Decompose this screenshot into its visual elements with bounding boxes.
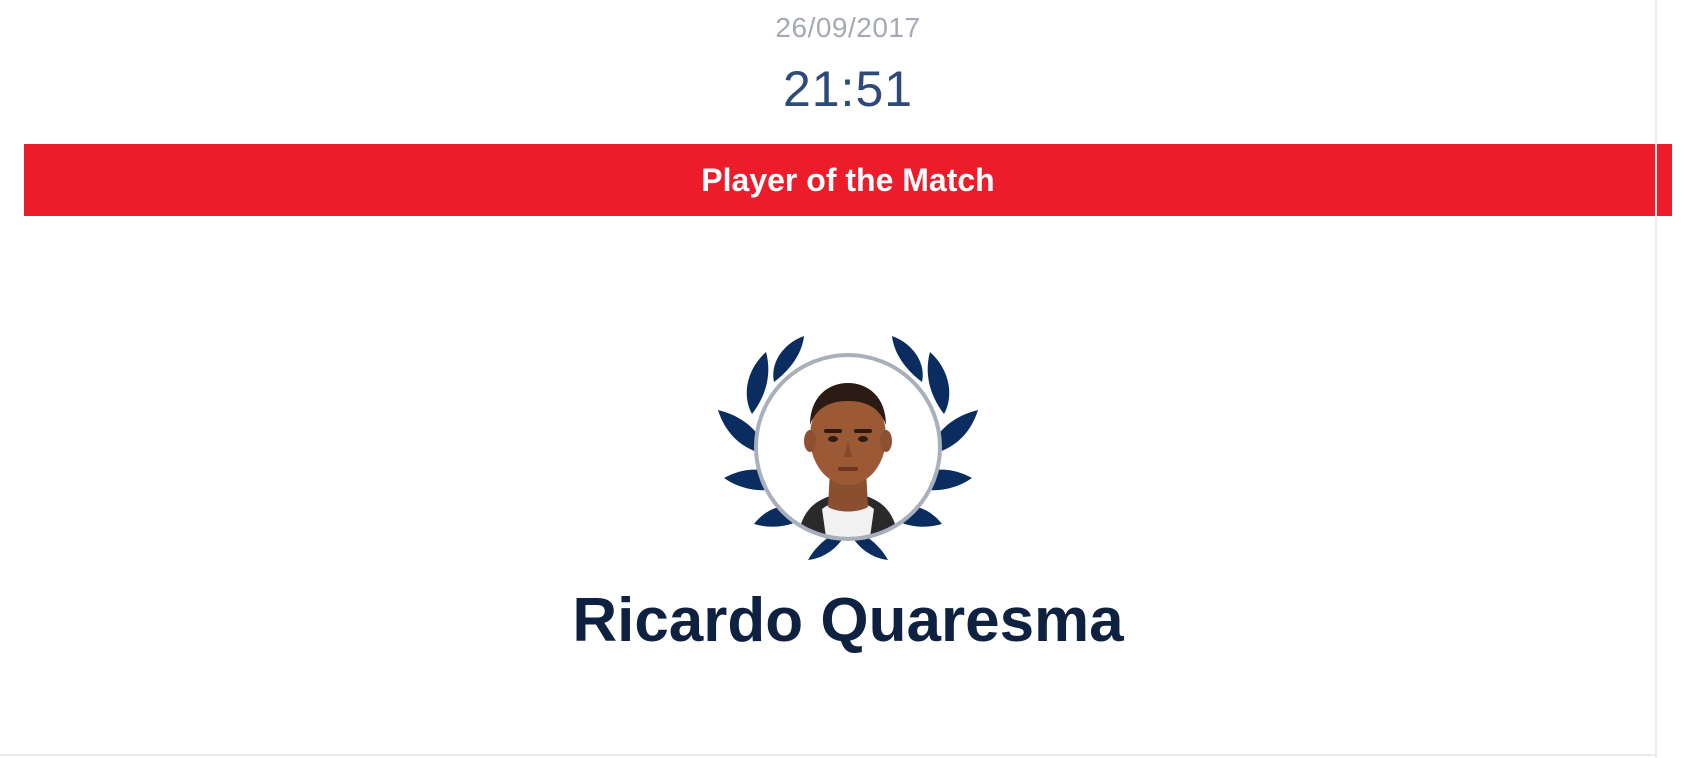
player-avatar	[754, 353, 942, 541]
page-edge-divider	[1655, 0, 1657, 758]
match-time: 21:51	[782, 61, 914, 117]
player-of-the-match-page: 26/09/2017 21:51 Player of the Match Ric…	[0, 0, 1702, 758]
potm-banner: Player of the Match	[24, 144, 1672, 216]
page-bottom-divider	[0, 754, 1657, 756]
match-date: 26/09/2017	[775, 12, 921, 43]
player-name: Ricardo Quaresma	[572, 586, 1124, 655]
player-portrait	[798, 383, 898, 537]
potm-title: Player of the Match	[701, 161, 995, 198]
